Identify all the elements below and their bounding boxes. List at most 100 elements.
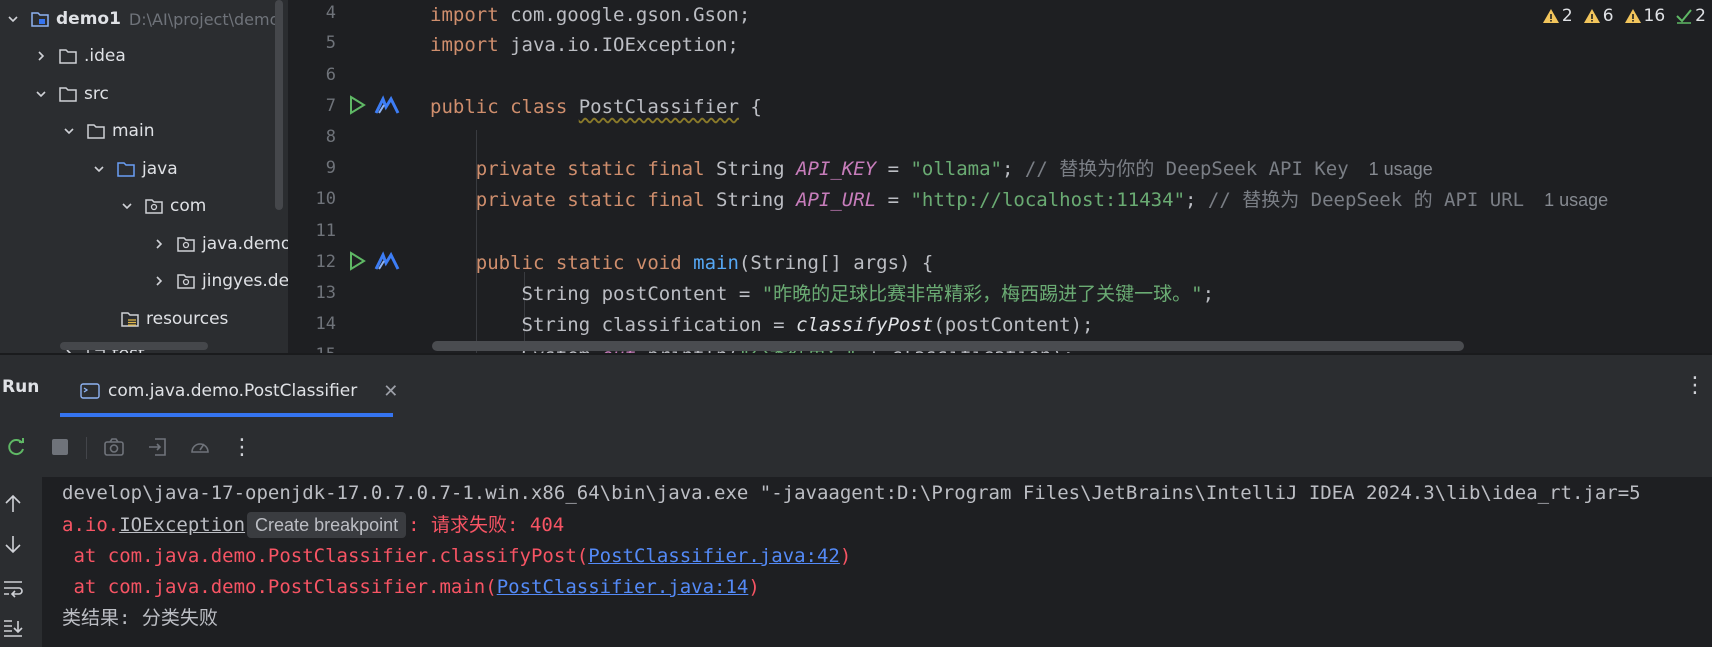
profiler-gauge-icon[interactable]: [188, 435, 212, 459]
console-line: at com.java.demo.PostClassifier.classify…: [62, 545, 852, 567]
down-arrow-icon[interactable]: [2, 533, 26, 557]
up-arrow-icon[interactable]: [2, 493, 26, 517]
check-icon: [1676, 9, 1692, 24]
console-window-icon: [80, 383, 100, 399]
tree-item-project-root[interactable]: demo1 D:\AI\project\demo: [6, 5, 279, 33]
run-gutter-icon[interactable]: [346, 250, 368, 272]
module-folder-icon: [30, 9, 50, 29]
line-number: 4: [325, 3, 336, 23]
tree-item-label: src: [84, 84, 109, 104]
line-number: 9: [325, 158, 336, 178]
folder-icon: [86, 121, 106, 141]
stacktrace-link[interactable]: PostClassifier.java:42: [588, 545, 840, 567]
tree-item-java[interactable]: java: [92, 155, 178, 183]
code-line-4: import com.google.gson.Gson;: [430, 4, 751, 26]
run-configuration-tab[interactable]: com.java.demo.PostClassifier ✕: [60, 369, 404, 413]
console-line: a.io.IOException Create breakpoint: 请求失败:…: [62, 512, 565, 538]
chevron-down-icon[interactable]: [62, 124, 76, 138]
tree-item-idea[interactable]: .idea: [34, 42, 126, 70]
editor-gutter: 4 5 6 7 8 9 10 11 12 13 14 15: [288, 0, 428, 365]
chevron-down-icon[interactable]: [6, 12, 20, 26]
code-line-7: public class PostClassifier {: [430, 96, 762, 118]
run-tab-label: com.java.demo.PostClassifier: [108, 381, 358, 401]
inspection-weak-warnings[interactable]: 16: [1624, 6, 1665, 26]
run-toolbar: ⋮: [0, 417, 1712, 477]
exit-icon[interactable]: [146, 435, 170, 459]
chevron-down-icon[interactable]: [92, 162, 106, 176]
project-name: demo1: [56, 9, 121, 29]
line-number: 7: [325, 96, 336, 116]
tree-item-resources[interactable]: resources: [120, 305, 228, 333]
line-number: 10: [315, 189, 336, 209]
ai-assistant-gutter-icon[interactable]: [374, 95, 400, 117]
run-tool-window-title: Run: [2, 377, 40, 397]
chevron-right-icon[interactable]: [34, 49, 48, 63]
stop-icon[interactable]: [48, 435, 72, 459]
line-number: 14: [315, 314, 336, 334]
line-number: 8: [325, 127, 336, 147]
tree-item-jingyes[interactable]: jingyes.de: [152, 267, 288, 295]
chevron-right-icon[interactable]: [152, 237, 166, 251]
line-number: 6: [325, 65, 336, 85]
tree-item-label: com: [170, 196, 207, 216]
line-number: 12: [315, 252, 336, 272]
chevron-right-icon[interactable]: [152, 274, 166, 288]
console-output[interactable]: develop\java-17-openjdk-17.0.7.0.7-1.win…: [42, 477, 1712, 647]
editor-horizontal-scrollbar[interactable]: [432, 341, 1464, 351]
tree-item-com[interactable]: com: [120, 192, 206, 220]
rerun-icon[interactable]: [4, 435, 28, 459]
tree-item-label: java.demo: [202, 234, 288, 254]
more-actions-icon[interactable]: ⋮: [230, 435, 254, 460]
warning-icon: [1542, 9, 1559, 23]
tree-item-label: java: [142, 159, 178, 179]
tree-item-src[interactable]: src: [34, 80, 109, 108]
tree-item-label: .idea: [84, 46, 126, 66]
code-line-9: private static final String API_KEY = "o…: [475, 158, 1433, 180]
console-line: at com.java.demo.PostClassifier.main(Pos…: [62, 576, 760, 598]
code-line-5: import java.io.IOException;: [430, 34, 739, 56]
package-icon: [176, 271, 196, 291]
tree-item-main[interactable]: main: [62, 117, 154, 145]
create-breakpoint-tooltip[interactable]: Create breakpoint: [247, 512, 407, 538]
soft-wrap-icon[interactable]: [2, 577, 26, 601]
code-line-12: public static void main(String[] args) {: [475, 252, 934, 274]
tree-vertical-scrollbar[interactable]: [275, 0, 283, 210]
line-number: 13: [315, 283, 336, 303]
inspection-ok[interactable]: 2: [1675, 6, 1706, 26]
weak-warning-icon: [1624, 9, 1641, 23]
tree-item-label: main: [112, 121, 155, 141]
close-icon[interactable]: ✕: [383, 381, 398, 402]
run-tool-window-header: Run com.java.demo.PostClassifier ✕ ⋮: [0, 355, 1712, 417]
resources-folder-icon: [120, 309, 140, 329]
exception-link[interactable]: IOException: [119, 514, 245, 536]
project-tree: demo1 D:\AI\project\demo .idea src main …: [0, 0, 288, 353]
console-side-toolbar: [0, 477, 42, 647]
folder-icon: [58, 46, 78, 66]
folder-icon: [58, 84, 78, 104]
scroll-to-end-icon[interactable]: [2, 617, 26, 641]
line-number: 5: [325, 33, 336, 53]
code-line-10: private static final String API_URL = "h…: [475, 189, 1609, 211]
inspection-errors[interactable]: 2: [1542, 6, 1573, 26]
inspection-warnings[interactable]: 6: [1583, 6, 1614, 26]
tree-horizontal-scrollbar[interactable]: [60, 342, 208, 350]
stacktrace-link[interactable]: PostClassifier.java:14: [497, 576, 749, 598]
toolbar-separator: [86, 437, 87, 459]
line-number: 11: [315, 221, 336, 241]
usage-hint[interactable]: 1 usage: [1544, 190, 1608, 210]
camera-icon[interactable]: [102, 435, 126, 459]
chevron-down-icon[interactable]: [120, 199, 134, 213]
package-icon: [144, 196, 164, 216]
project-path: D:\AI\project\demo: [128, 9, 280, 29]
tree-item-java-demo[interactable]: java.demo: [152, 230, 288, 258]
run-gutter-icon[interactable]: [346, 94, 368, 116]
package-icon: [176, 234, 196, 254]
inspection-widget[interactable]: 2 6 16 2: [1542, 6, 1706, 26]
chevron-down-icon[interactable]: [34, 87, 48, 101]
more-options-icon[interactable]: ⋮: [1684, 373, 1706, 398]
usage-hint[interactable]: 1 usage: [1369, 159, 1433, 179]
console-line: 类结果: 分类失败: [62, 607, 218, 629]
code-editor[interactable]: import com.google.gson.Gson; import java…: [428, 0, 1712, 353]
tree-item-label: jingyes.de: [202, 271, 288, 291]
ai-assistant-gutter-icon[interactable]: [374, 251, 400, 273]
